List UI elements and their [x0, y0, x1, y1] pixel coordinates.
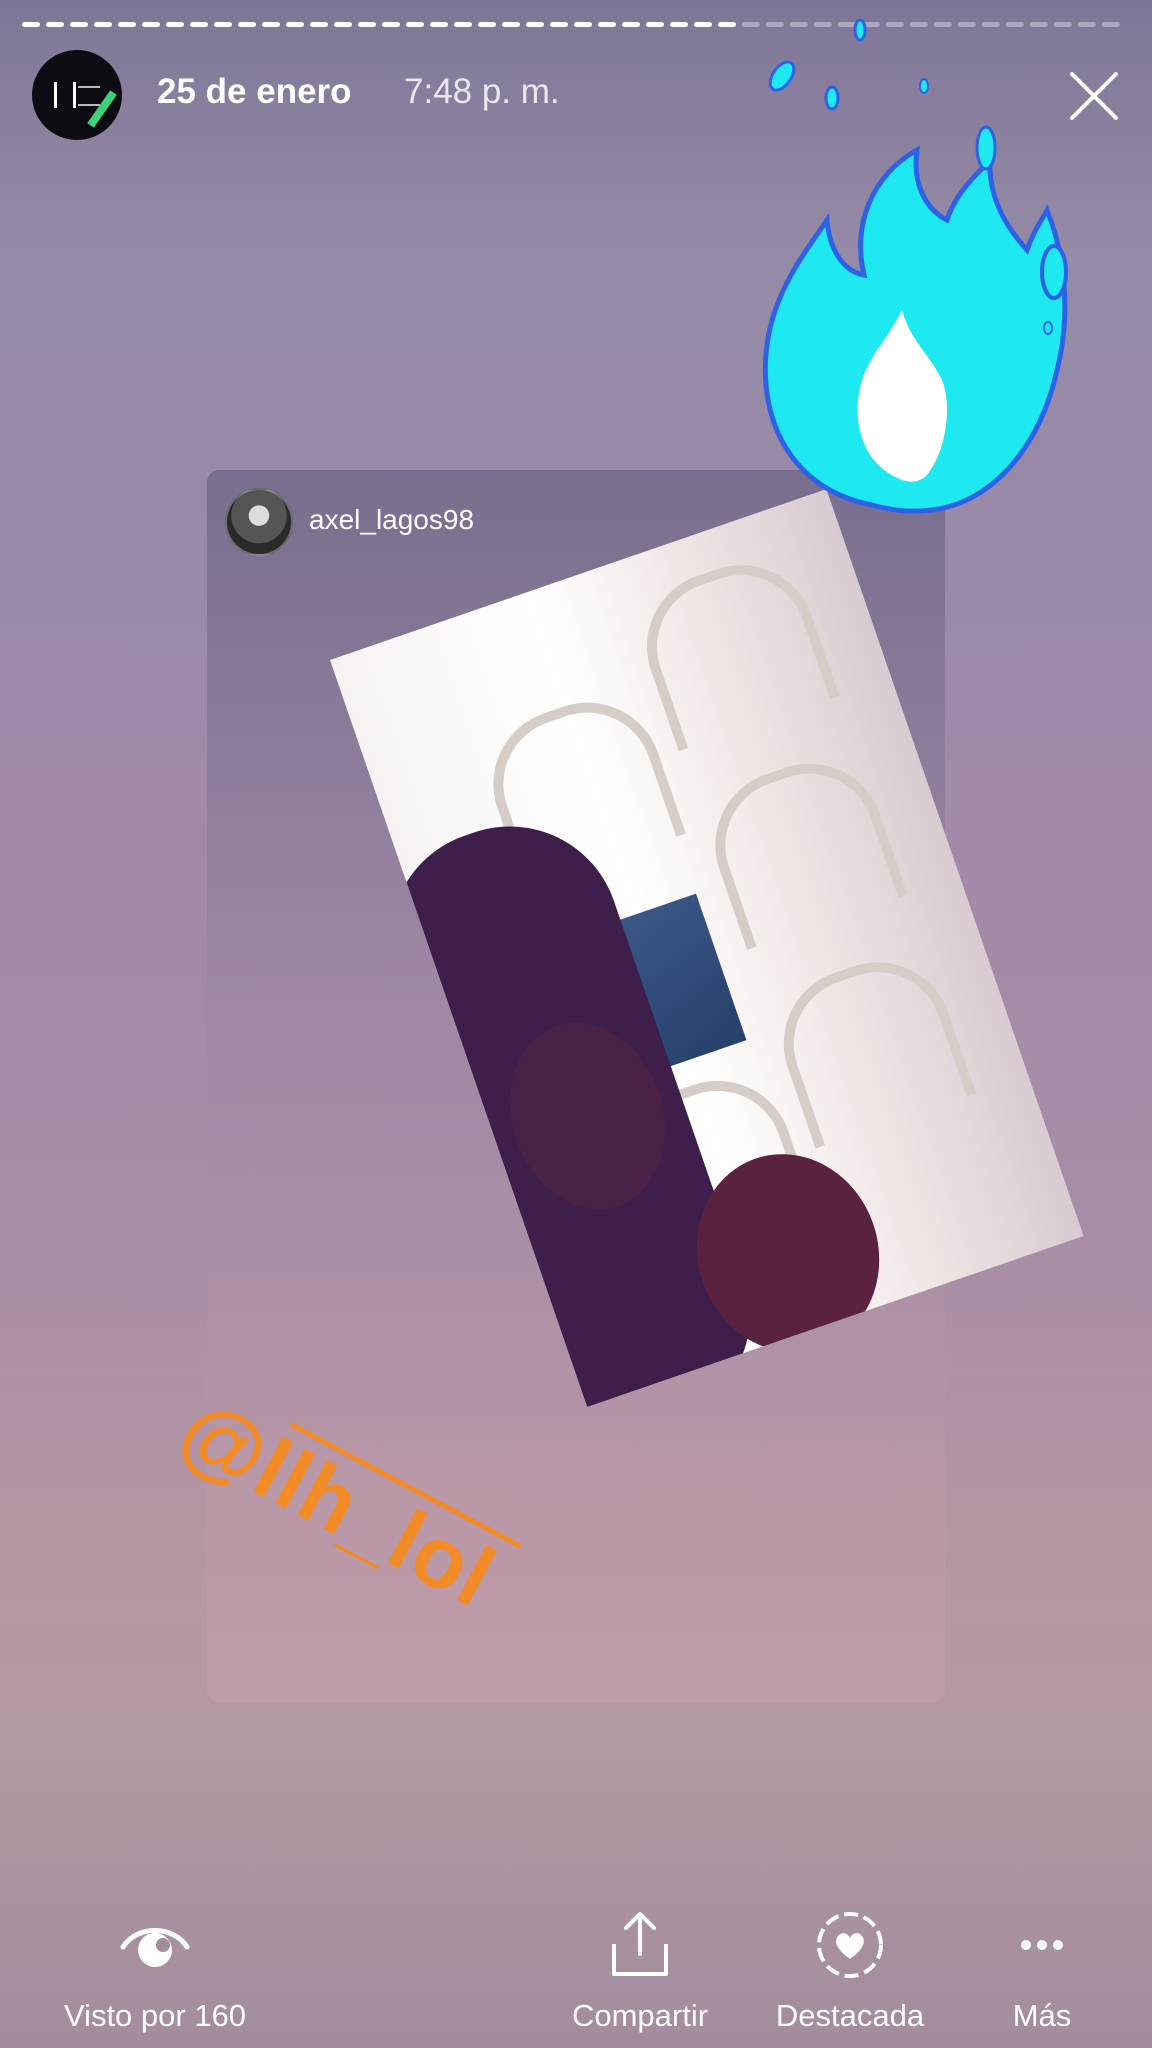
share-icon [560, 1910, 720, 1980]
progress-segment [646, 22, 664, 27]
progress-segment [46, 22, 64, 27]
progress-segment [334, 22, 352, 27]
progress-segment [238, 22, 256, 27]
highlight-label: Destacada [775, 1998, 925, 2033]
more-button[interactable]: Más [1000, 1910, 1084, 2034]
shared-post-username[interactable]: axel_lagos98 [309, 504, 474, 536]
progress-segment [382, 22, 400, 27]
progress-segment [718, 22, 736, 27]
progress-segment [310, 22, 328, 27]
progress-segment [454, 22, 472, 27]
progress-segment [286, 22, 304, 27]
seen-by-button[interactable]: Visto por 160 [52, 1910, 258, 2034]
seen-by-label: Visto por 160 [63, 1998, 247, 2033]
progress-segment [214, 22, 232, 27]
progress-segment [22, 22, 40, 27]
avatar[interactable] [32, 50, 122, 140]
highlight-button[interactable]: Destacada [768, 1910, 932, 2034]
progress-segment [574, 22, 592, 27]
progress-segment [430, 22, 448, 27]
share-label: Compartir [571, 1998, 709, 2033]
progress-segment [358, 22, 376, 27]
progress-segment [622, 22, 640, 27]
progress-segment [598, 22, 616, 27]
shared-post-avatar[interactable] [225, 488, 293, 556]
progress-segment [142, 22, 160, 27]
progress-segment [406, 22, 424, 27]
progress-segment [94, 22, 112, 27]
progress-segment [670, 22, 688, 27]
share-button[interactable]: Compartir [560, 1910, 720, 2034]
progress-segment [550, 22, 568, 27]
progress-segment [478, 22, 496, 27]
highlight-heart-icon [768, 1910, 932, 1980]
fire-sticker-icon [762, 18, 1068, 514]
progress-segment [118, 22, 136, 27]
progress-segment [166, 22, 184, 27]
story-time: 7:48 p. m. [404, 72, 560, 111]
progress-segment [1102, 22, 1120, 27]
eye-icon [52, 1910, 258, 1980]
progress-segment [70, 22, 88, 27]
progress-segment [502, 22, 520, 27]
progress-segment [190, 22, 208, 27]
more-icon [1000, 1910, 1084, 1980]
progress-segment [694, 22, 712, 27]
progress-segment [262, 22, 280, 27]
more-label: Más [1012, 1998, 1072, 2033]
story-date: 25 de enero [157, 72, 352, 111]
progress-segment [526, 22, 544, 27]
